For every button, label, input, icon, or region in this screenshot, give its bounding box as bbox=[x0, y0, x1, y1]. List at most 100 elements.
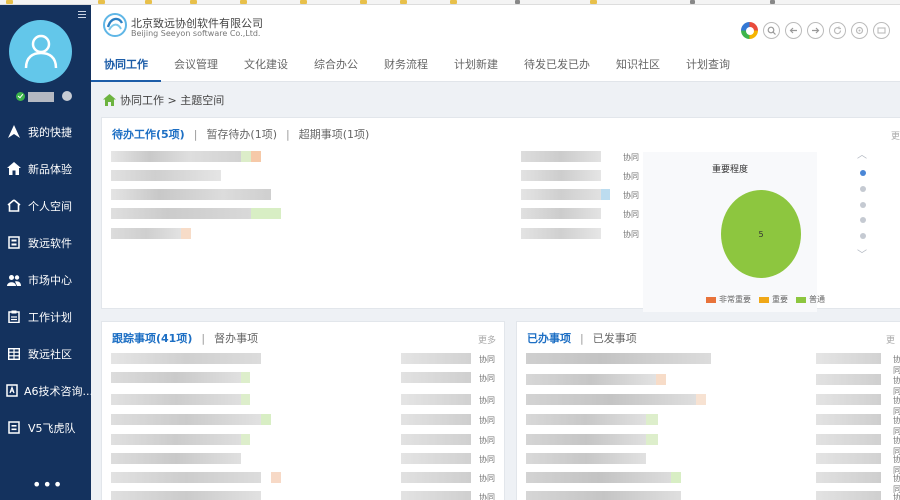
tab-meeting-management[interactable]: 会议管理 bbox=[161, 54, 231, 82]
list-item[interactable]: 协同 bbox=[111, 228, 641, 239]
tab-finance-process[interactable]: 财务流程 bbox=[371, 54, 441, 82]
chevron-up-icon[interactable]: ︿ bbox=[857, 146, 867, 161]
list-item[interactable]: 协同 bbox=[526, 414, 900, 436]
bookmark-star-icon[interactable] bbox=[770, 0, 775, 4]
list-item[interactable]: 协同 bbox=[111, 472, 501, 483]
tab-plan-query[interactable]: 计划查询 bbox=[673, 54, 743, 82]
list-item[interactable]: 协同 bbox=[111, 434, 501, 445]
tab-separator: | bbox=[201, 331, 206, 345]
list-item[interactable]: 协同 bbox=[111, 353, 501, 364]
pager-dot[interactable] bbox=[860, 233, 866, 239]
list-item[interactable]: 协同 bbox=[111, 372, 501, 383]
pager-dot[interactable] bbox=[860, 217, 866, 223]
list-item[interactable]: 协同 bbox=[111, 189, 641, 200]
tab-culture-building[interactable]: 文化建设 bbox=[231, 54, 301, 82]
search-icon[interactable] bbox=[763, 22, 780, 39]
pager-dot[interactable] bbox=[860, 170, 866, 176]
pie-data-label: 5 bbox=[758, 230, 763, 239]
list-item[interactable]: 协同 bbox=[526, 472, 900, 494]
bookmark-folder-icon[interactable] bbox=[590, 0, 597, 4]
back-icon[interactable] bbox=[785, 22, 802, 39]
bookmark-folder-icon[interactable] bbox=[300, 0, 307, 4]
legend-label: 非常重要 bbox=[719, 295, 751, 304]
bookmark-folder-icon[interactable] bbox=[400, 0, 407, 4]
bookmark-folder-icon[interactable] bbox=[360, 0, 367, 4]
more-link[interactable]: 更 bbox=[891, 129, 900, 142]
tab-sent-items[interactable]: 已发事项 bbox=[593, 330, 637, 346]
redacted-sender bbox=[401, 453, 471, 464]
list-item[interactable]: 协同 bbox=[526, 374, 900, 396]
pager-dot[interactable] bbox=[860, 202, 866, 208]
more-link[interactable]: 更多 bbox=[478, 333, 496, 346]
tab-follow-items[interactable]: 跟踪事项(41项) bbox=[112, 330, 192, 346]
bookmark-star-icon[interactable] bbox=[690, 0, 695, 4]
chart-legend: 非常重要 重要 普通 bbox=[706, 294, 825, 305]
redacted-sender bbox=[401, 394, 471, 405]
redacted-sender bbox=[816, 434, 881, 445]
list-item[interactable]: 协同 bbox=[526, 491, 900, 500]
sidebar-item-work-plan[interactable]: 工作计划 bbox=[0, 298, 91, 335]
tab-supervise-items[interactable]: 督办事项 bbox=[214, 330, 258, 346]
list-item[interactable]: 协同 bbox=[111, 414, 501, 425]
list-item[interactable]: 协同 bbox=[111, 151, 641, 162]
tab-new-plan[interactable]: 计划新建 bbox=[441, 54, 511, 82]
bookmark-star-icon[interactable] bbox=[515, 0, 520, 4]
redacted-title bbox=[271, 472, 281, 483]
tab-done-items[interactable]: 已办事项 bbox=[527, 330, 571, 346]
bookmark-folder-icon[interactable] bbox=[450, 0, 457, 4]
sidebar-more-button[interactable]: ••• bbox=[32, 475, 63, 494]
tab-todo-work[interactable]: 待办工作(5项) bbox=[112, 126, 185, 142]
bookmark-folder-icon[interactable] bbox=[240, 0, 247, 4]
bookmark-folder-icon[interactable] bbox=[98, 0, 105, 4]
list-item[interactable]: 协同 bbox=[526, 394, 900, 416]
menu-toggle-icon[interactable] bbox=[78, 11, 86, 18]
sidebar-item-v5-team[interactable]: V5飞虎队 bbox=[0, 409, 91, 446]
tab-draft-todo[interactable]: 暂存待办(1项) bbox=[206, 126, 277, 142]
sidebar-item-market-center[interactable]: 市场中心 bbox=[0, 261, 91, 298]
bookmark-folder-icon[interactable] bbox=[145, 0, 152, 4]
list-item[interactable]: 协同 bbox=[526, 434, 900, 456]
list-item[interactable]: 协同 bbox=[526, 353, 900, 375]
list-item[interactable]: 协同 bbox=[111, 208, 641, 219]
settings-icon[interactable] bbox=[851, 22, 868, 39]
skin-color-icon[interactable] bbox=[741, 22, 758, 39]
legend-item-normal[interactable]: 普通 bbox=[796, 294, 825, 305]
more-link[interactable]: 更 bbox=[886, 333, 895, 346]
legend-item-very-important[interactable]: 非常重要 bbox=[706, 294, 751, 305]
list-item[interactable]: 协同 bbox=[111, 170, 641, 181]
redacted-title bbox=[111, 434, 241, 445]
refresh-icon[interactable] bbox=[829, 22, 846, 39]
account-icon[interactable] bbox=[873, 22, 890, 39]
breadcrumb-path: 协同工作 > 主题空间 bbox=[120, 94, 225, 107]
sidebar-item-a6-tech-consult[interactable]: A6技术咨询... bbox=[0, 372, 93, 409]
redacted-title bbox=[111, 228, 181, 239]
tab-knowledge-community[interactable]: 知识社区 bbox=[603, 54, 673, 82]
list-item[interactable]: 协同 bbox=[526, 453, 900, 475]
redacted-title bbox=[526, 472, 671, 483]
sidebar-item-seeyon-software[interactable]: 致远软件 bbox=[0, 224, 91, 261]
bookmark-folder-icon[interactable] bbox=[6, 0, 13, 4]
tab-pending-sent-done[interactable]: 待发已发已办 bbox=[511, 54, 603, 82]
row-type-label: 协同 bbox=[623, 153, 639, 162]
sidebar-item-new-product[interactable]: 新品体验 bbox=[0, 150, 91, 187]
tab-general-office[interactable]: 综合办公 bbox=[301, 54, 371, 82]
row-type-label: 协同 bbox=[479, 396, 495, 405]
sidebar-item-seeyon-community[interactable]: 致远社区 bbox=[0, 335, 91, 372]
tab-collaborative-work[interactable]: 协同工作 bbox=[91, 54, 161, 82]
tab-overdue-items[interactable]: 超期事项(1项) bbox=[299, 126, 370, 142]
legend-item-important[interactable]: 重要 bbox=[759, 294, 788, 305]
bookmark-folder-icon[interactable] bbox=[190, 0, 197, 4]
grid-icon bbox=[6, 346, 22, 362]
list-item[interactable]: 协同 bbox=[111, 453, 501, 464]
user-profile-icon[interactable] bbox=[62, 91, 72, 101]
avatar[interactable] bbox=[9, 20, 72, 83]
sidebar-item-shortcut[interactable]: 我的快捷 bbox=[0, 113, 91, 150]
chevron-down-icon[interactable]: ﹀ bbox=[857, 246, 867, 261]
row-type-label: 协同 bbox=[479, 416, 495, 425]
sidebar-item-personal-space[interactable]: 个人空间 bbox=[0, 187, 91, 224]
home-icon[interactable] bbox=[103, 94, 116, 106]
list-item[interactable]: 协同 bbox=[111, 394, 501, 405]
list-item[interactable]: 协同 bbox=[111, 491, 501, 500]
pager-dot[interactable] bbox=[860, 186, 866, 192]
forward-icon[interactable] bbox=[807, 22, 824, 39]
